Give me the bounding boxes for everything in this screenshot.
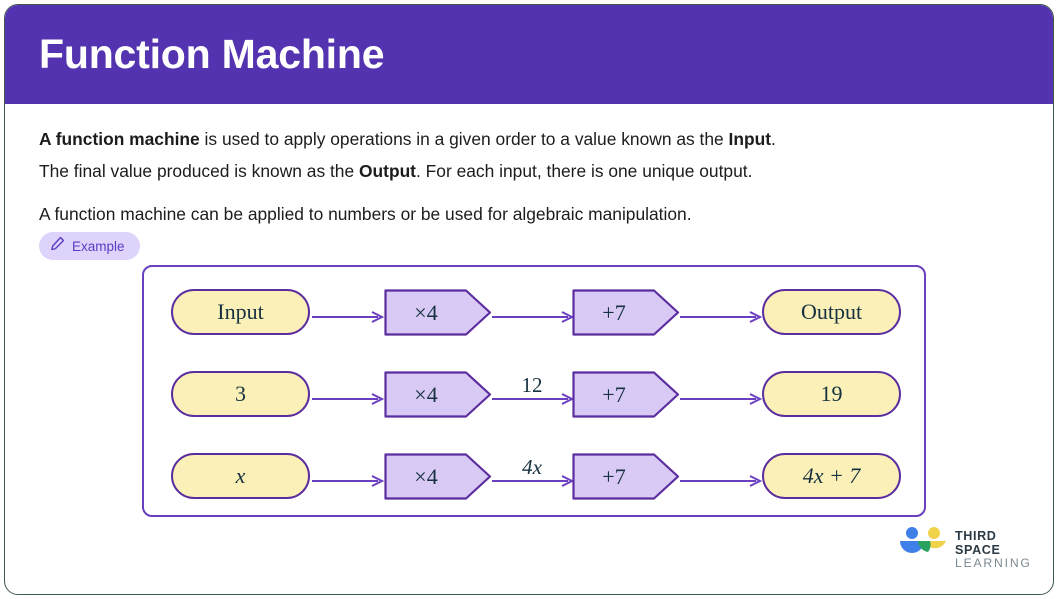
bold-output: Output [359,161,416,181]
row-2-operation-1-label: ×4 [414,381,438,407]
logo-line-1: THIRD SPACE [955,529,1001,557]
page-title: Function Machine [39,31,385,77]
function-machine-diagram: Input ×4 +7 Output 3 ×4 12 +7 19 x ×4 4x… [142,265,926,517]
row-3-operation-2: +7 [572,453,680,500]
paragraph-1-line2-pre: The final value produced is known as the [39,161,359,181]
row-3-operation-1: ×4 [384,453,492,500]
row-3-input-label: x [235,463,246,488]
row-1-output: Output [762,289,901,335]
row-1-operation-1: ×4 [384,289,492,336]
example-badge-label: Example [72,238,125,254]
row-2-output: 19 [762,371,901,417]
page-header: Function Machine [5,5,1053,104]
bold-input: Input [728,129,772,149]
row-3-operation-2-label: +7 [602,463,626,489]
row-1-operation-2: +7 [572,289,680,336]
row-2-operation-1: ×4 [384,371,492,418]
machine-row-2: 3 ×4 12 +7 19 [144,363,924,425]
paragraph-1-line2-post: . For each input, there is one unique ou… [415,161,753,181]
row-2-arrow-3 [680,393,762,405]
paragraph-1-line-2: The final value produced is known as the… [39,155,1029,187]
brand-logo: THIRD SPACE LEARNING [898,524,1030,570]
paragraph-1: A function machine is used to apply oper… [39,123,1029,155]
body-text: A function machine is used to apply oper… [39,123,1029,230]
row-3-arrow-2 [492,475,574,487]
row-3-output-label: 4x + 7 [802,463,861,488]
row-2-input: 3 [171,371,310,417]
row-2-arrow-1 [312,393,384,405]
logo-text: THIRD SPACE LEARNING [955,529,1032,571]
row-3-arrow-3 [680,475,762,487]
bold-function-machine: A function machine [39,129,200,149]
row-1-operation-2-label: +7 [602,299,626,325]
row-2-operation-2-label: +7 [602,381,626,407]
row-3-input: x [171,453,310,499]
pencil-icon [50,236,65,256]
machine-row-1: Input ×4 +7 Output [144,281,924,343]
logo-line-2: LEARNING [955,556,1032,571]
row-1-arrow-2 [492,311,574,323]
machine-row-3: x ×4 4x +7 4x + 7 [144,445,924,507]
row-1-input: Input [171,289,310,335]
row-3-arrow-2-wrap: 4x [492,457,574,493]
row-1-operation-1-label: ×4 [414,299,438,325]
paragraph-1-text-1: is used to apply operations in a given o… [199,129,729,149]
paragraph-2: A function machine can be applied to num… [39,204,692,224]
paragraph-1-text-2: . [771,129,776,149]
row-3-operation-1-label: ×4 [414,463,438,489]
row-2-arrow-2 [492,393,574,405]
example-badge[interactable]: Example [39,232,140,260]
lesson-card: Function Machine A function machine is u… [4,4,1054,595]
row-1-arrow-3 [680,311,762,323]
row-2-arrow-2-wrap: 12 [492,375,574,411]
row-3-output: 4x + 7 [762,453,901,499]
third-space-learning-mark-icon [898,526,950,567]
row-2-operation-2: +7 [572,371,680,418]
row-1-arrow-1 [312,311,384,323]
row-3-arrow-1 [312,475,384,487]
